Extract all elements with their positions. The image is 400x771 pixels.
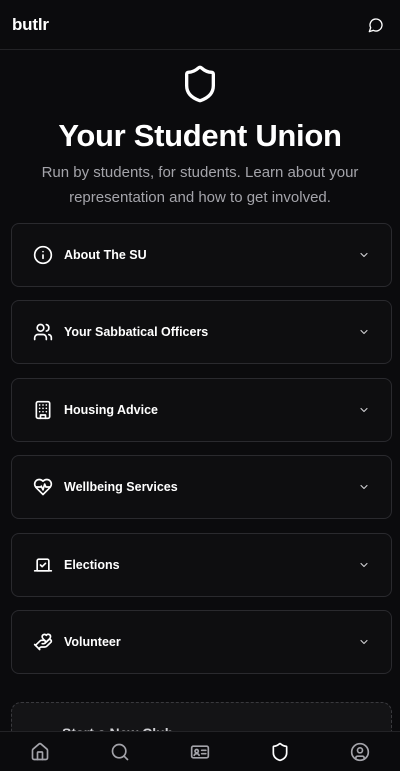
bottom-navigation <box>0 731 400 771</box>
accordion-label: Wellbeing Services <box>64 480 178 495</box>
users-icon <box>32 321 54 343</box>
accordion-label: Housing Advice <box>64 402 158 417</box>
search-icon[interactable] <box>100 732 140 771</box>
heart-pulse-icon <box>32 476 54 498</box>
profile-icon[interactable] <box>340 732 380 771</box>
accordion-housing-advice[interactable]: Housing Advice <box>11 377 392 442</box>
chevron-down-icon <box>357 325 371 339</box>
accordion-label: Your Sabbatical Officers <box>64 325 209 340</box>
accordion-label: About The SU <box>64 248 147 262</box>
accordion-label: Volunteer <box>64 634 121 649</box>
home-icon[interactable] <box>20 732 60 771</box>
sections-accordion: About The SU Your Sabbatical Officers Ho… <box>11 223 392 687</box>
accordion-volunteer[interactable]: Volunteer <box>11 609 392 674</box>
info-icon <box>32 244 54 266</box>
hero-section: Your Student Union Run by students, for … <box>0 64 400 210</box>
chevron-down-icon <box>357 480 371 494</box>
hand-heart-icon <box>32 631 54 653</box>
shield-icon[interactable] <box>260 732 300 771</box>
page-subtitle: Run by students, for students. Learn abo… <box>41 164 359 206</box>
chevron-down-icon <box>357 558 371 572</box>
top-bar: butlr <box>0 0 400 50</box>
id-card-icon[interactable] <box>180 732 220 771</box>
accordion-about-the-su[interactable]: About The SU <box>11 223 392 287</box>
shield-icon <box>185 65 215 103</box>
accordion-label: Elections <box>64 557 120 572</box>
chat-icon[interactable] <box>364 13 388 37</box>
chevron-down-icon <box>357 635 371 649</box>
page-title: Your Student Union <box>58 118 342 153</box>
chevron-down-icon <box>357 403 371 417</box>
accordion-elections[interactable]: Elections <box>11 532 392 597</box>
building-icon <box>32 399 54 421</box>
accordion-wellbeing-services[interactable]: Wellbeing Services <box>11 455 392 520</box>
ballot-icon <box>32 554 54 576</box>
chevron-down-icon <box>357 248 371 262</box>
accordion-sabbatical-officers[interactable]: Your Sabbatical Officers <box>11 300 392 365</box>
brand-logo[interactable]: butlr <box>12 15 49 35</box>
